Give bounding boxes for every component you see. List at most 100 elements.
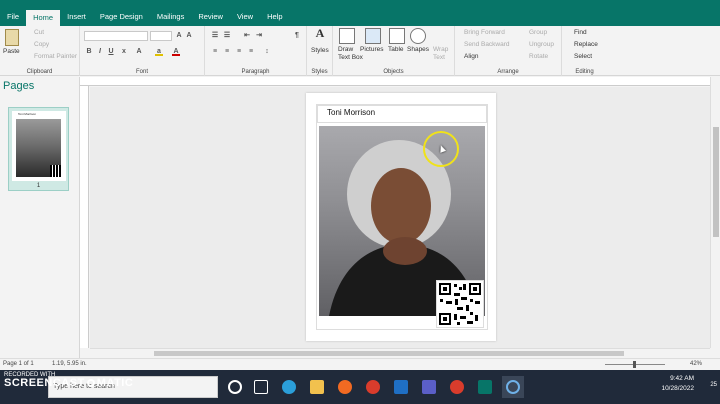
vertical-scroll-thumb[interactable] — [713, 127, 719, 237]
grow-font-icon[interactable]: A — [175, 32, 183, 40]
text-effects-icon[interactable]: A — [135, 48, 143, 56]
align-button[interactable]: Align — [464, 53, 478, 60]
wrap-text-button[interactable]: Wrap Text — [433, 46, 451, 62]
clock-time: 9:42 AM — [670, 375, 694, 382]
notification-badge[interactable]: 25 — [710, 382, 717, 388]
cut-button[interactable]: Cut — [34, 29, 44, 36]
find-button[interactable]: Find — [574, 29, 587, 36]
publisher-icon[interactable] — [474, 376, 496, 398]
strikethrough-icon[interactable]: x — [120, 48, 128, 56]
system-tray: 9:42 AM 10/28/2022 25 — [560, 370, 720, 404]
rotate-button[interactable]: Rotate — [529, 53, 548, 60]
page-thumbnail[interactable]: Toni Morrison 1 — [8, 107, 69, 191]
screencast-watermark: RECORDED WITH SCREENCAST MATIC — [4, 371, 133, 389]
thumbnail-qr-code — [50, 165, 62, 177]
chrome-profile-icon[interactable] — [446, 376, 468, 398]
styles-button[interactable]: Styles — [311, 47, 329, 54]
clipboard-group: Paste Cut Copy Format Painter Clipboard — [0, 26, 80, 76]
tab-mailings[interactable]: Mailings — [150, 8, 192, 26]
shapes-button[interactable]: Shapes — [407, 46, 429, 53]
replace-button[interactable]: Replace — [574, 41, 598, 48]
tab-home[interactable]: Home — [26, 10, 61, 26]
arrange-label: Arrange — [497, 69, 519, 75]
vertical-scrollbar[interactable] — [710, 77, 720, 348]
italic-icon[interactable]: I — [96, 48, 104, 56]
objects-label: Objects — [383, 69, 404, 75]
format-painter-button[interactable]: Format Painter — [34, 53, 77, 60]
highlight-icon[interactable]: a — [155, 48, 163, 56]
cursor-position: 1.19, 5.95 in. — [52, 361, 87, 367]
tab-insert[interactable]: Insert — [60, 8, 93, 26]
font-name-dropdown[interactable] — [84, 31, 148, 41]
clock[interactable]: 9:42 AM 10/28/2022 — [661, 374, 694, 394]
font-size-dropdown[interactable] — [150, 31, 172, 41]
tab-page-design[interactable]: Page Design — [93, 8, 150, 26]
styles-icon: A — [315, 26, 325, 40]
file-explorer-icon[interactable] — [306, 376, 328, 398]
clipboard-label: Clipboard — [26, 69, 53, 75]
send-backward-button[interactable]: Send Backward — [464, 41, 510, 48]
face-shape — [371, 168, 431, 244]
paste-button[interactable]: Paste — [3, 48, 20, 55]
font-color-icon[interactable]: A — [172, 48, 180, 56]
tab-file[interactable]: File — [0, 8, 26, 26]
underline-icon[interactable]: U — [107, 48, 115, 56]
ribbon-tab-bar: File Home Insert Page Design Mailings Re… — [0, 8, 720, 26]
chrome-icon[interactable] — [362, 376, 384, 398]
thumbnail-page-number: 1 — [36, 183, 41, 189]
decrease-indent-icon[interactable]: ⇤ — [243, 32, 251, 40]
tab-view[interactable]: View — [230, 8, 260, 26]
cortana-icon[interactable] — [224, 376, 246, 398]
pictures-button[interactable]: Pictures — [360, 46, 383, 53]
copy-button[interactable]: Copy — [34, 41, 49, 48]
draw-text-box-icon — [339, 28, 355, 44]
shrink-font-icon[interactable]: A — [185, 32, 193, 40]
firefox-icon[interactable] — [334, 376, 356, 398]
paragraph-label: Paragraph — [241, 69, 270, 75]
increase-indent-icon[interactable]: ⇥ — [255, 32, 263, 40]
teams-icon[interactable] — [418, 376, 440, 398]
bullets-icon[interactable]: ☰ — [211, 32, 219, 40]
horizontal-scrollbar[interactable] — [90, 348, 710, 357]
status-bar: Page 1 of 1 1.19, 5.95 in. 42% — [0, 358, 720, 370]
styles-group: A Styles Styles — [307, 26, 333, 76]
paragraph-mark-icon[interactable]: ¶ — [293, 32, 301, 40]
tab-help[interactable]: Help — [260, 8, 289, 26]
vertical-ruler — [80, 86, 89, 348]
zoom-slider[interactable] — [605, 361, 665, 368]
justify-icon[interactable]: ≡ — [247, 48, 255, 56]
bring-forward-button[interactable]: Bring Forward — [464, 29, 505, 36]
table-button[interactable]: Table — [388, 46, 404, 53]
numbering-icon[interactable]: ☰ — [223, 32, 231, 40]
thumbnail-page: Toni Morrison — [12, 111, 66, 181]
ungroup-button[interactable]: Ungroup — [529, 41, 554, 48]
tab-review[interactable]: Review — [191, 8, 230, 26]
screencast-icon[interactable] — [502, 376, 524, 398]
group-button[interactable]: Group — [529, 29, 547, 36]
edge-icon[interactable] — [278, 376, 300, 398]
line-spacing-icon[interactable]: ↕ — [263, 48, 271, 56]
title-text: Toni Morrison — [327, 108, 376, 117]
bold-icon[interactable]: B — [85, 48, 93, 56]
pictures-icon — [365, 28, 381, 44]
title-text-box[interactable]: Toni Morrison — [317, 105, 487, 123]
horizontal-scroll-thumb[interactable] — [154, 351, 624, 356]
zoom-level: 42% — [690, 361, 703, 367]
ribbon: Paste Cut Copy Format Painter Clipboard … — [0, 26, 720, 76]
align-left-icon[interactable]: ≡ — [211, 48, 219, 56]
arrange-group: Bring Forward Send Backward Align Group … — [455, 26, 562, 76]
title-bar — [0, 0, 720, 8]
publication-page[interactable]: Toni Morrison — [306, 93, 496, 341]
shapes-icon — [410, 28, 426, 44]
outlook-icon[interactable] — [390, 376, 412, 398]
select-button[interactable]: Select — [574, 53, 592, 60]
zoom-slider-thumb[interactable] — [633, 361, 636, 368]
pages-pane-title: Pages — [3, 80, 35, 92]
align-right-icon[interactable]: ≡ — [235, 48, 243, 56]
align-center-icon[interactable]: ≡ — [223, 48, 231, 56]
qr-code[interactable] — [436, 280, 484, 328]
document-workspace[interactable]: Toni Morrison — [90, 87, 710, 348]
thumbnail-title: Toni Morrison — [18, 112, 37, 116]
task-view-icon[interactable] — [250, 376, 272, 398]
table-icon — [389, 28, 405, 44]
